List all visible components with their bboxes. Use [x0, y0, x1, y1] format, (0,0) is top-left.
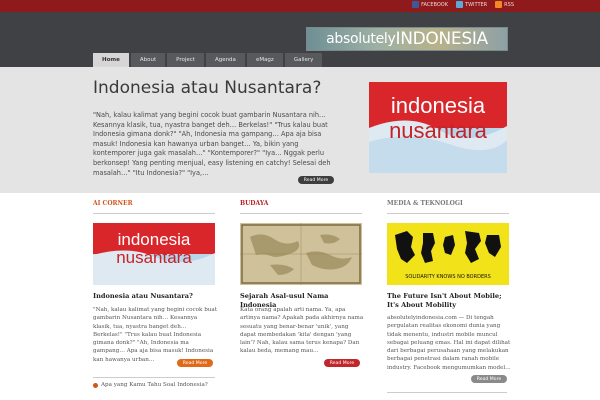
rss-icon [495, 1, 503, 8]
featured-image-line2: nusantara [389, 118, 488, 143]
twitter-label: TWITTER [465, 1, 488, 8]
thumbnail-line2: nusantara [116, 248, 192, 267]
featured-image[interactable]: indonesia nusantara [369, 82, 507, 173]
thumbnail-caption: SOLIDARITY KNOWS NO BORDERS [405, 274, 491, 280]
thumbnail-line1: indonesia [118, 230, 191, 249]
post-thumbnail[interactable]: SOLIDARITY KNOWS NO BORDERS [387, 223, 509, 285]
read-more-button[interactable]: Read More [177, 359, 213, 367]
tab-agenda[interactable]: Agenda [205, 53, 245, 67]
featured-read-more-button[interactable]: Read More [298, 176, 334, 184]
post-title[interactable]: The Future Isn't About Mobile; It's Abou… [387, 292, 511, 309]
read-more-button[interactable]: Read More [471, 375, 507, 383]
featured-title[interactable]: Indonesia atau Nusantara? [93, 78, 321, 98]
facebook-label: FACEBOOK [421, 1, 449, 8]
post-thumbnail[interactable]: indonesia nusantara [93, 223, 215, 285]
tab-emagz[interactable]: eMagz [246, 53, 283, 67]
more-post-link[interactable]: Apa yang Kamu Tahu Soal Indonesia? [101, 382, 208, 388]
bullet-icon [93, 382, 98, 388]
tab-about[interactable]: About [130, 53, 166, 67]
tab-home[interactable]: Home [93, 53, 129, 67]
column-heading[interactable]: BUDAYA [240, 200, 362, 214]
rss-link[interactable]: RSS [495, 1, 514, 8]
column-budaya: BUDAYA Sejarah Asal-usul Nama Indonesia … [240, 200, 363, 367]
logo-prefix: absolutely [326, 31, 396, 47]
social-links: FACEBOOK TWITTER RSS [412, 1, 514, 8]
featured-image-line1: indonesia [391, 93, 486, 118]
post-excerpt: "Nah, kalau kalimat yang begini cocok bu… [93, 307, 217, 363]
column-media-teknologi: MEDIA & TEKNOLOGI SOLIDARITY KNOWS NO BO… [387, 200, 511, 383]
twitter-icon [456, 1, 464, 8]
read-more-button[interactable]: Read More [324, 359, 360, 367]
more-posts-list: Apa yang Kamu Tahu Soal Indonesia? [93, 377, 215, 388]
post-excerpt: absolutelyindonesia.com — Di tengah perg… [387, 315, 511, 371]
facebook-link[interactable]: FACEBOOK [412, 1, 448, 8]
post-excerpt: Kata orang apalah arti nama. Ya, apa art… [240, 307, 364, 355]
featured-post: Indonesia atau Nusantara? "Nah, kalau ka… [0, 67, 600, 193]
site-logo[interactable]: absolutely INDONESIA [306, 27, 508, 51]
top-bar: FACEBOOK TWITTER RSS [0, 0, 600, 12]
twitter-link[interactable]: TWITTER [456, 1, 487, 8]
tab-project[interactable]: Project [167, 53, 204, 67]
column-ai-corner: AI CORNER indonesia nusantara Indonesia … [93, 200, 217, 367]
more-posts-divider [387, 392, 507, 393]
post-title[interactable]: Indonesia atau Nusantara? [93, 292, 217, 301]
column-heading[interactable]: AI CORNER [93, 200, 215, 214]
featured-excerpt: "Nah, kalau kalimat yang begini cocok bu… [93, 111, 331, 177]
main-nav: Home About Project Agenda eMagz Gallery [93, 53, 323, 67]
column-heading[interactable]: MEDIA & TEKNOLOGI [387, 200, 509, 214]
tab-gallery[interactable]: Gallery [284, 53, 323, 67]
logo-main: INDONESIA [395, 29, 488, 49]
post-thumbnail[interactable] [240, 223, 362, 285]
facebook-icon [412, 1, 420, 8]
rss-label: RSS [504, 1, 514, 8]
